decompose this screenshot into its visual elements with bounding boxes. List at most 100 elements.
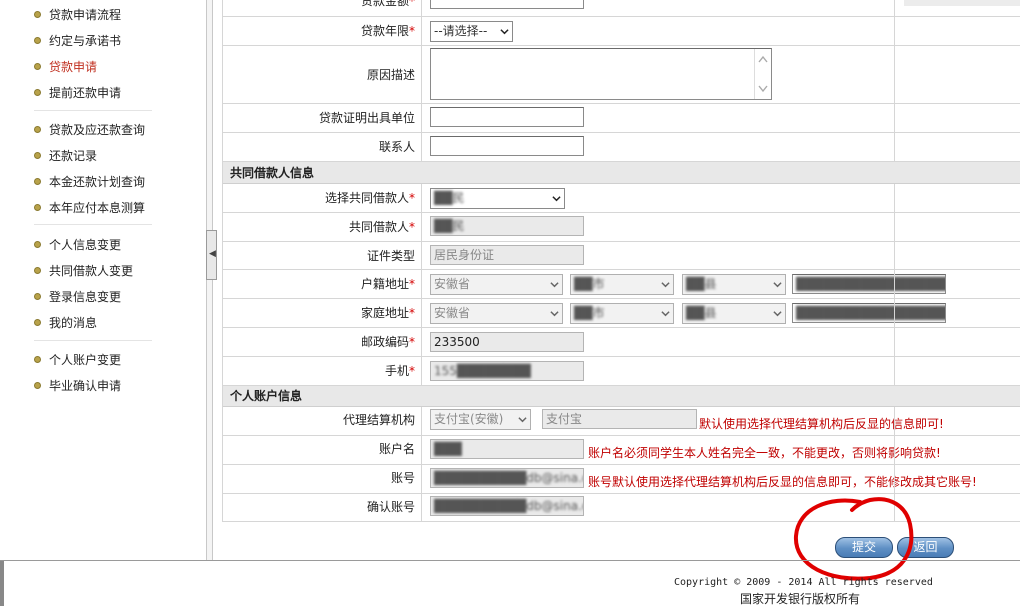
row-account-name: 账户名 ███ 账户名必须同学生本人姓名完全一致，不能更改，否则将影响贷款! <box>222 436 1020 465</box>
sidebar-item-loan-process[interactable]: 贷款申请流程 <box>34 5 121 25</box>
row-hukou-address: 户籍地址* 安徽省 ██市 ██县 ██████████████████ <box>222 270 1020 299</box>
row-account-number: 账号 ██████████db@sina.c 账号默认使用选择代理结算机构后反显… <box>222 465 1020 494</box>
sidebar-item-loan-application[interactable]: 贷款申请 <box>34 57 97 77</box>
side-panel <box>904 0 1020 6</box>
sidebar-toggle-button[interactable]: ◀ <box>206 230 217 280</box>
co-borrower-select[interactable]: ██民 <box>430 188 565 209</box>
footer-edge <box>0 561 4 606</box>
bullet-icon <box>34 126 41 133</box>
bullet-icon <box>34 356 41 363</box>
splitter[interactable] <box>206 0 213 560</box>
mobile-label: 手机 <box>384 364 409 378</box>
hukou-city-select[interactable]: ██市 <box>570 274 674 295</box>
account-number-label: 账号 <box>390 471 415 485</box>
bullet-icon <box>34 241 41 248</box>
confirm-account-label: 确认账号 <box>366 500 415 514</box>
co-borrower-input: ██民 <box>430 216 584 236</box>
home-province-select[interactable]: 安徽省 <box>430 303 563 324</box>
co-borrower-label: 共同借款人 <box>348 220 409 234</box>
agent-name-input: 支付宝 <box>542 409 697 429</box>
row-home-address: 家庭地址* 安徽省 ██市 ██县 ██████████████████ <box>222 299 1020 328</box>
chevron-up-icon[interactable] <box>758 55 768 63</box>
id-type-input: 居民身份证 <box>430 245 584 265</box>
agent-select[interactable]: 支付宝(安徽) <box>430 409 531 430</box>
sidebar-item-principal-plan[interactable]: 本金还款计划查询 <box>34 172 145 192</box>
sidebar-item-agreement[interactable]: 约定与承诺书 <box>34 31 121 51</box>
chevron-left-icon: ◀ <box>209 249 216 259</box>
bullet-icon <box>34 37 41 44</box>
row-agent: 代理结算机构 支付宝(安徽) 支付宝 默认使用选择代理结算机构后反显的信息即可! <box>222 407 1020 436</box>
home-detail-input[interactable]: ██████████████████ <box>792 303 946 323</box>
account-name-label: 账户名 <box>378 442 415 456</box>
chevron-down-icon <box>661 282 670 288</box>
sidebar-item-loan-query[interactable]: 贷款及应还款查询 <box>34 120 145 140</box>
sidebar-item-co-borrower-change[interactable]: 共同借款人变更 <box>34 261 133 281</box>
chevron-down-icon <box>773 282 782 288</box>
sidebar-item-graduation[interactable]: 毕业确认申请 <box>34 376 121 396</box>
sidebar-item-early-repayment[interactable]: 提前还款申请 <box>34 83 121 103</box>
home-address-label: 家庭地址 <box>360 306 409 320</box>
cert-unit-label: 贷款证明出具单位 <box>318 111 415 125</box>
hukou-province-select[interactable]: 安徽省 <box>430 274 563 295</box>
reason-label: 原因描述 <box>366 68 415 82</box>
copyright-text: Copyright © 2009 - 2014 All rights reser… <box>674 577 933 588</box>
chevron-down-icon <box>552 196 561 202</box>
chevron-down-icon <box>773 311 782 317</box>
loan-term-label: 贷款年限 <box>360 24 409 38</box>
submit-button[interactable]: 提交 <box>835 537 893 558</box>
row-loan-amount: 贷款金额* <box>222 0 1020 17</box>
row-cert-unit: 贷款证明出具单位 <box>222 104 1020 133</box>
footer-divider <box>0 560 1020 561</box>
bullet-icon <box>34 319 41 326</box>
divider <box>34 110 152 111</box>
cert-unit-input[interactable] <box>430 107 584 127</box>
sidebar-item-login-info[interactable]: 登录信息变更 <box>34 287 121 307</box>
loan-amount-input[interactable] <box>430 0 584 9</box>
row-select-co-borrower: 选择共同借款人* ██民 <box>222 184 1020 213</box>
chevron-down-icon <box>661 311 670 317</box>
account-name-input[interactable]: ███ <box>430 439 584 459</box>
section-co-borrower: 共同借款人信息 <box>222 162 1020 184</box>
postcode-input[interactable]: 233500 <box>430 332 584 352</box>
confirm-account-input[interactable]: ██████████db@sina.c <box>430 496 584 516</box>
row-contact: 联系人 <box>222 133 1020 162</box>
bullet-icon <box>34 63 41 70</box>
chevron-down-icon <box>500 29 509 35</box>
chevron-down-icon <box>550 282 559 288</box>
home-county-select[interactable]: ██县 <box>682 303 786 324</box>
row-confirm-account: 确认账号 ██████████db@sina.c <box>222 494 1020 522</box>
scrollbar[interactable] <box>754 49 771 99</box>
bullet-icon <box>34 204 41 211</box>
row-loan-term: 贷款年限* --请选择-- <box>222 17 1020 46</box>
bullet-icon <box>34 382 41 389</box>
bullet-icon <box>34 293 41 300</box>
select-co-borrower-label: 选择共同借款人 <box>324 191 409 205</box>
sidebar-item-messages[interactable]: 我的消息 <box>34 313 97 333</box>
sidebar-item-repayment-records[interactable]: 还款记录 <box>34 146 97 166</box>
hukou-county-select[interactable]: ██县 <box>682 274 786 295</box>
agent-note: 默认使用选择代理结算机构后反显的信息即可! <box>699 417 944 431</box>
sidebar-item-account-change[interactable]: 个人账户变更 <box>34 350 121 370</box>
row-reason: 原因描述 <box>222 46 1020 104</box>
hukou-address-label: 户籍地址 <box>360 277 409 291</box>
hukou-detail-input[interactable]: ██████████████████ <box>792 274 946 294</box>
mobile-input[interactable]: 155████████ <box>430 361 584 381</box>
back-button[interactable]: 返回 <box>897 537 954 558</box>
divider <box>34 340 152 341</box>
loan-term-select[interactable]: --请选择-- <box>430 21 513 42</box>
row-mobile: 手机* 155████████ <box>222 357 1020 386</box>
contact-input[interactable] <box>430 136 584 156</box>
sidebar-item-interest-calc[interactable]: 本年应付本息测算 <box>34 198 145 218</box>
account-number-note: 账号默认使用选择代理结算机构后反显的信息即可，不能修改成其它账号! <box>588 475 977 489</box>
bullet-icon <box>34 89 41 96</box>
row-postcode: 邮政编码* 233500 <box>222 328 1020 357</box>
sidebar-item-personal-info[interactable]: 个人信息变更 <box>34 235 121 255</box>
reason-textarea[interactable] <box>430 48 772 100</box>
bullet-icon <box>34 267 41 274</box>
account-number-input[interactable]: ██████████db@sina.c <box>430 468 584 488</box>
postcode-label: 邮政编码 <box>360 335 409 349</box>
home-city-select[interactable]: ██市 <box>570 303 674 324</box>
owner-text: 国家开发银行版权所有 <box>740 592 861 606</box>
section-account: 个人账户信息 <box>222 386 1020 407</box>
chevron-down-icon[interactable] <box>758 85 768 93</box>
